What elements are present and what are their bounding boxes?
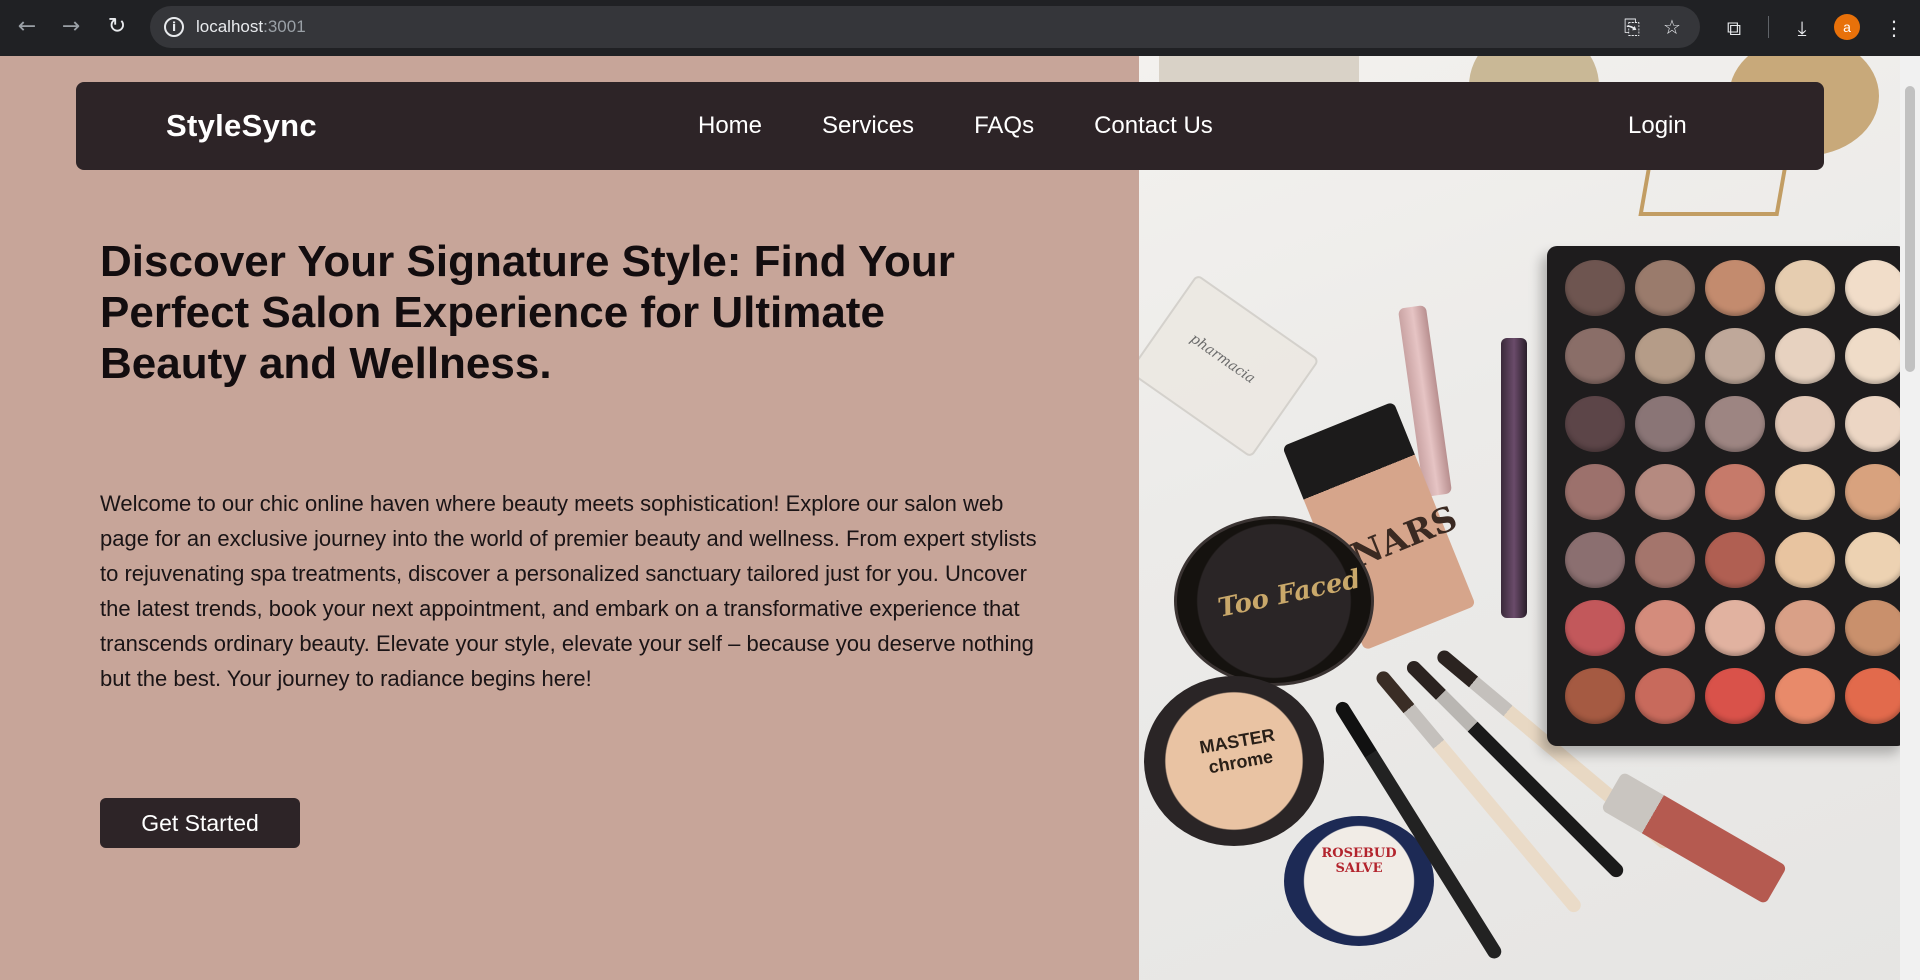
- eyeshadow-pan: [1845, 464, 1900, 520]
- eyeshadow-pan: [1845, 260, 1900, 316]
- profile-avatar[interactable]: a: [1834, 14, 1860, 40]
- site-info-icon[interactable]: i: [164, 17, 184, 37]
- master-chrome-compact: MASTER chrome: [1144, 676, 1324, 846]
- eyeshadow-pan: [1705, 600, 1765, 656]
- eyeshadow-pan: [1635, 532, 1695, 588]
- hero-intro: Welcome to our chic online haven where b…: [100, 491, 1037, 691]
- nav-link-faqs[interactable]: FAQs: [974, 112, 1034, 140]
- page-viewport: pharmacia NARS Too Faced MASTER chrome R…: [0, 56, 1900, 980]
- eyeshadow-pan: [1845, 396, 1900, 452]
- scrollbar-thumb[interactable]: [1905, 86, 1915, 372]
- eyeshadow-pan: [1565, 600, 1625, 656]
- eyeshadow-pan: [1635, 396, 1695, 452]
- master-chrome-label: MASTER chrome: [1197, 724, 1277, 778]
- eyeshadow-pan: [1635, 328, 1695, 384]
- reload-icon[interactable]: ↻: [102, 12, 132, 42]
- get-started-button[interactable]: Get Started: [100, 798, 300, 848]
- perfume-bottle: pharmacia: [1139, 273, 1320, 459]
- rosebud-label: ROSEBUD SALVE: [1321, 846, 1397, 876]
- lip-gloss-bottle: [1600, 771, 1788, 905]
- page-scrollbar[interactable]: [1900, 56, 1920, 980]
- eyeshadow-palette: [1547, 246, 1900, 746]
- eyeshadow-pan: [1635, 464, 1695, 520]
- eyeshadow-pan: [1635, 260, 1695, 316]
- eyeshadow-pan: [1705, 464, 1765, 520]
- browser-toolbar: ← → ↻ i localhost:3001 ⎘ ☆ ⧉ ⤓ a ⋮: [0, 0, 1920, 56]
- eyeshadow-pan: [1635, 600, 1695, 656]
- back-icon[interactable]: ←: [12, 12, 42, 42]
- eyeshadow-pan: [1565, 464, 1625, 520]
- too-faced-compact: Too Faced: [1174, 516, 1374, 686]
- eyeshadow-pan: [1565, 260, 1625, 316]
- hero-makeup-image: pharmacia NARS Too Faced MASTER chrome R…: [1139, 56, 1900, 980]
- too-faced-label: Too Faced: [1215, 564, 1364, 624]
- eyeshadow-pan: [1705, 532, 1765, 588]
- eyeshadow-pan: [1845, 668, 1900, 724]
- mascara-tube: [1501, 338, 1527, 618]
- download-icon[interactable]: ⤓: [1788, 14, 1816, 42]
- extensions-icon[interactable]: ⧉: [1720, 14, 1748, 42]
- eyeshadow-pan: [1705, 328, 1765, 384]
- eyeshadow-pan: [1565, 668, 1625, 724]
- eyeshadow-pan: [1775, 464, 1835, 520]
- url-port: :3001: [263, 17, 306, 36]
- eyeshadow-pan: [1775, 260, 1835, 316]
- eyeshadow-pan: [1565, 396, 1625, 452]
- eyeshadow-pan: [1845, 532, 1900, 588]
- eyeshadow-pan: [1845, 328, 1900, 384]
- nav-link-home[interactable]: Home: [698, 112, 762, 140]
- url-host: localhost: [196, 17, 264, 36]
- eyeshadow-pan: [1775, 328, 1835, 384]
- eyeshadow-pan: [1635, 668, 1695, 724]
- eyeshadow-pan: [1565, 328, 1625, 384]
- rosebud-salve-tin: ROSEBUD SALVE: [1284, 816, 1434, 946]
- eyeshadow-pan: [1845, 600, 1900, 656]
- hero-headline: Discover Your Signature Style: Find Your…: [100, 237, 955, 388]
- nav-links: Home Services FAQs Contact Us: [698, 112, 1213, 140]
- url-text[interactable]: localhost:3001: [196, 17, 306, 37]
- eyeshadow-pan: [1705, 260, 1765, 316]
- eyeshadow-pan: [1775, 668, 1835, 724]
- eyeshadow-pan: [1775, 532, 1835, 588]
- forward-icon[interactable]: →: [56, 12, 86, 42]
- menu-kebab-icon[interactable]: ⋮: [1880, 14, 1908, 42]
- eyeshadow-pan: [1565, 532, 1625, 588]
- eyeshadow-pan: [1775, 396, 1835, 452]
- brand-logo[interactable]: StyleSync: [166, 108, 317, 144]
- bookmark-star-icon[interactable]: ☆: [1660, 15, 1684, 39]
- install-app-icon[interactable]: ⎘: [1620, 15, 1644, 39]
- login-link[interactable]: Login: [1628, 112, 1687, 140]
- toolbar-divider: [1768, 16, 1769, 38]
- eyeshadow-pan: [1705, 668, 1765, 724]
- nav-link-contact-us[interactable]: Contact Us: [1094, 112, 1213, 140]
- nav-link-services[interactable]: Services: [822, 112, 914, 140]
- address-bar[interactable]: i localhost:3001 ⎘ ☆: [150, 6, 1700, 48]
- eyeshadow-pan: [1705, 396, 1765, 452]
- eyeshadow-pan: [1775, 600, 1835, 656]
- main-navbar: StyleSync Home Services FAQs Contact Us …: [76, 82, 1824, 170]
- perfume-label: pharmacia: [1187, 330, 1258, 387]
